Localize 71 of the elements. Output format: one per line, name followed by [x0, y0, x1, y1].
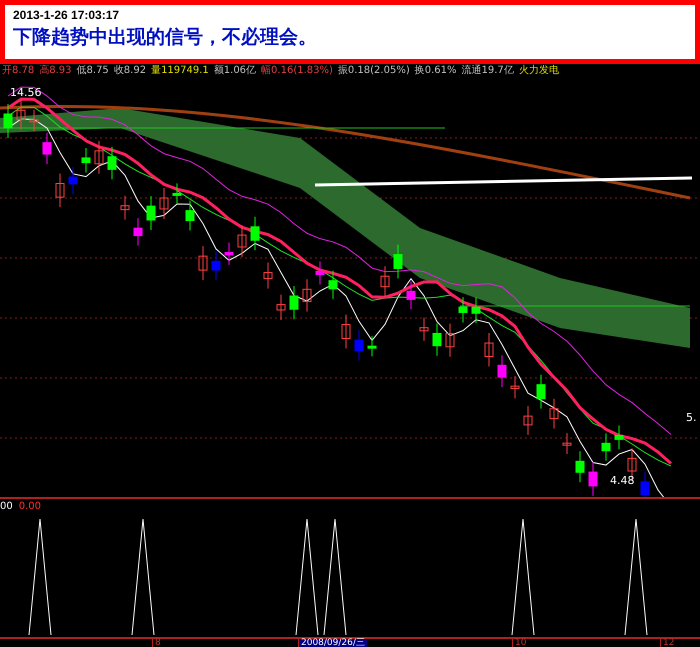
- candlestick: [380, 266, 390, 298]
- candlestick: [134, 218, 142, 246]
- candlestick: [562, 432, 572, 455]
- price-label: 4.48: [610, 474, 634, 487]
- price-label: 5.: [686, 411, 696, 424]
- candlestick: [576, 450, 584, 483]
- candlestick: [420, 317, 428, 342]
- candlestick: [238, 224, 246, 258]
- candlestick: [354, 330, 364, 362]
- quote-field: 换0.61%: [414, 64, 457, 78]
- candlestick: [198, 246, 208, 281]
- candlestick: [224, 242, 234, 266]
- candlestick: [146, 196, 156, 230]
- candlestick: [4, 104, 12, 138]
- candlestick: [328, 270, 338, 300]
- candlestick: [250, 216, 260, 251]
- candlestick: [640, 471, 650, 497]
- candlestick: [524, 406, 532, 436]
- candlestick: [302, 278, 312, 312]
- price-label: 14.56: [10, 86, 42, 99]
- candlestick: [394, 244, 402, 279]
- candlestick: [316, 260, 324, 285]
- candlestick: [406, 280, 416, 310]
- candlestick: [342, 314, 350, 349]
- date-label: 8: [152, 639, 163, 647]
- candlestick: [498, 354, 506, 388]
- candlestick: [276, 294, 286, 320]
- quote-field: 流通19.7亿: [462, 64, 514, 78]
- candlestick: [56, 173, 64, 208]
- candlestick: [432, 322, 442, 356]
- candlestick: [16, 100, 26, 130]
- candlestick: [42, 132, 52, 165]
- candlestick: [212, 250, 220, 281]
- candlestick: [510, 376, 520, 399]
- indicator-name: 00: [0, 501, 13, 512]
- candlestick: [30, 109, 38, 132]
- quote-field: 幅0.16(1.83%): [261, 64, 333, 78]
- candlestick: [614, 424, 624, 450]
- signal-message: 下降趋势中出现的信号，不必理会。: [13, 25, 318, 50]
- quote-field: 火力发电: [518, 64, 559, 78]
- candlestick: [368, 336, 376, 357]
- candlestick: [536, 374, 546, 410]
- quote-field: 高8.93: [39, 64, 72, 78]
- candlestick: [458, 296, 468, 323]
- candlestick: [264, 262, 272, 290]
- quote-field: 振0.18(2.05%): [338, 64, 410, 78]
- quote-field: 低8.75: [76, 64, 109, 78]
- candlestick: [120, 195, 130, 220]
- candlestick: [82, 147, 90, 174]
- candlestick: [550, 398, 558, 430]
- candlestick: [602, 432, 610, 462]
- quote-field: 收8.92: [114, 64, 146, 78]
- timestamp: 2013-1-26 17:03:17: [13, 8, 120, 22]
- quote-field: 额1.06亿: [214, 64, 256, 78]
- candlestick: [108, 146, 116, 180]
- candlestick: [186, 200, 194, 232]
- date-label: 12: [660, 639, 676, 647]
- indicator-value: 0.00: [18, 501, 41, 512]
- candlestick: [68, 166, 78, 194]
- candlestick: [160, 188, 168, 220]
- candlestick: [94, 140, 104, 174]
- candlestick: [172, 182, 182, 205]
- quote-field: 量119749.1: [151, 64, 209, 78]
- candlestick: [446, 323, 454, 358]
- candlestick: [290, 286, 298, 320]
- candlestick: [472, 296, 480, 324]
- candlestick: [588, 462, 598, 496]
- quote-field: 开8.78: [2, 64, 34, 78]
- date-label: 10: [512, 639, 528, 647]
- date-label: 2008/09/26/三: [298, 639, 367, 647]
- candlestick: [484, 332, 494, 368]
